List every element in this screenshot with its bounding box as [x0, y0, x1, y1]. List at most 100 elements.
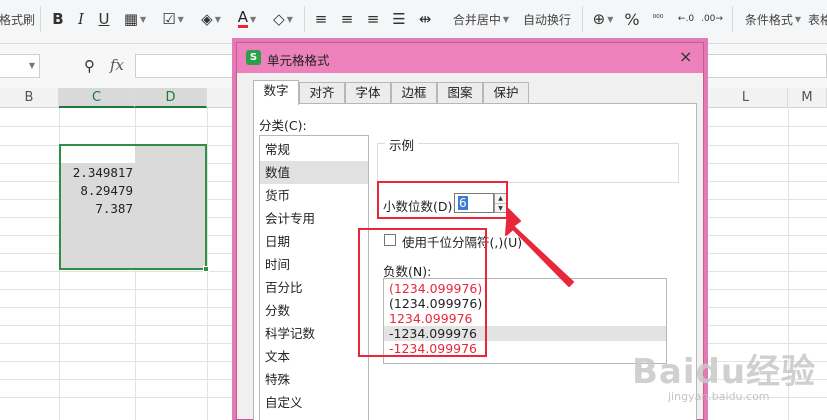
category-item[interactable]: 常规	[260, 138, 368, 161]
chevron-down-icon: ▼	[607, 14, 614, 24]
annotation-highlight-box	[358, 228, 487, 357]
chevron-down-icon: ▼	[794, 14, 802, 24]
watermark-url: jingyan.baidu.com	[668, 390, 770, 403]
sample-label: 示例	[385, 135, 419, 154]
align-left-icon: ≡	[314, 10, 328, 28]
increase-decimal-button[interactable]: ←.0	[676, 8, 696, 30]
chevron-down-icon: ▼	[177, 14, 184, 24]
fill-color-button[interactable]: ◈ ▼	[196, 8, 226, 30]
increase-decimal-icon: ←.0	[677, 14, 695, 24]
font-color-button[interactable]: A ▼	[232, 8, 262, 30]
category-item[interactable]: 百分比	[260, 276, 368, 299]
watermark-logo: Baidu经验	[632, 352, 817, 392]
category-item[interactable]: 时间	[260, 253, 368, 276]
sample-group	[377, 143, 679, 183]
dialog-title: 单元格格式	[267, 53, 330, 68]
ribbon-toolbar: 格式刷 B I U ▦ ▼ ☑ ▼ ◈ ▼ A ▼ ◇ ▼ ≡ ≡ ≡ ☰ ⇹ 合并居中 ▼…	[0, 0, 827, 44]
zoom-icon[interactable]: ⚲	[84, 57, 95, 75]
merge-center-label: 合并居中	[452, 12, 501, 27]
font-color-icon: A	[237, 8, 249, 28]
justify-icon: ☰	[392, 10, 406, 28]
wrap-text-button[interactable]: 自动换行	[520, 8, 574, 30]
baidu-watermark: Baidu经验 jingyan.baidu.com	[632, 344, 822, 416]
grid-line	[207, 108, 208, 420]
cell-style-button[interactable]: ☑ ▼	[158, 8, 188, 30]
table-style-label: 表格	[808, 12, 827, 27]
bold-button[interactable]: B	[48, 8, 68, 30]
chevron-down-icon: ▼	[286, 14, 293, 24]
chevron-down-icon: ▼	[214, 14, 221, 24]
column-header-c[interactable]: C	[59, 88, 135, 108]
distribute-icon: ⇹	[418, 10, 432, 28]
format-painter-label: 格式刷	[0, 12, 36, 27]
tab-pattern[interactable]: 图案	[437, 82, 483, 104]
clear-format-button[interactable]: ◇ ▼	[268, 8, 298, 30]
decrease-decimal-button[interactable]: .00→	[701, 8, 723, 30]
cell-c-value[interactable]: 7.387	[61, 201, 133, 216]
number-format-button[interactable]: ⊕ ▼	[588, 8, 618, 30]
column-header-l[interactable]: L	[704, 88, 788, 108]
decrease-decimal-icon: .00→	[701, 14, 723, 24]
currency-icon: ⊕	[592, 10, 606, 28]
chevron-down-icon: ▼	[250, 14, 257, 24]
toolbar-divider	[582, 6, 583, 32]
category-item[interactable]: 会计专用	[260, 207, 368, 230]
column-header-m[interactable]: M	[788, 88, 827, 108]
cell-c-value[interactable]: 8.29479	[61, 183, 133, 198]
align-center-button[interactable]: ≡	[336, 8, 358, 30]
category-item[interactable]: 日期	[260, 230, 368, 253]
conditional-format-button[interactable]: 条件格式 ▼	[740, 8, 806, 30]
align-right-icon: ≡	[366, 10, 380, 28]
category-item[interactable]: 货币	[260, 184, 368, 207]
column-header-e[interactable]	[207, 88, 236, 108]
tab-number[interactable]: 数字	[253, 80, 299, 105]
paint-bucket-icon: ◈	[201, 10, 213, 28]
category-item[interactable]: 特殊	[260, 368, 368, 391]
chevron-down-icon: ▼	[502, 14, 510, 24]
thousands-icon: ⁰⁰⁰	[652, 13, 664, 24]
toolbar-divider	[304, 6, 305, 32]
close-button[interactable]: ×	[679, 47, 692, 66]
insert-function-button[interactable]: fx	[110, 56, 124, 74]
app-logo-icon: S	[246, 50, 261, 65]
align-left-button[interactable]: ≡	[310, 8, 332, 30]
category-list[interactable]: 常规 数值 货币 会计专用 日期 时间 百分比 分数 科学记数 文本 特殊 自定…	[259, 135, 369, 420]
tab-border[interactable]: 边框	[391, 82, 437, 104]
column-header-b[interactable]: B	[0, 88, 59, 108]
dialog-title-bar[interactable]: S 单元格格式 ×	[237, 43, 703, 73]
border-icon: ▦	[123, 10, 139, 28]
category-item[interactable]: 文本	[260, 345, 368, 368]
name-box[interactable]: ▼	[0, 54, 40, 78]
align-center-icon: ≡	[340, 10, 354, 28]
chevron-down-icon: ▼	[140, 14, 147, 24]
tab-alignment[interactable]: 对齐	[299, 82, 345, 104]
category-item[interactable]: 分数	[260, 299, 368, 322]
category-item[interactable]: 科学记数	[260, 322, 368, 345]
wrap-text-label: 自动换行	[522, 12, 571, 27]
align-right-button[interactable]: ≡	[362, 8, 384, 30]
merge-center-button[interactable]: 合并居中 ▼	[450, 8, 512, 30]
italic-button[interactable]: I	[71, 8, 91, 30]
column-header-d[interactable]: D	[135, 88, 207, 108]
toolbar-divider	[40, 6, 41, 32]
tab-protection[interactable]: 保护	[483, 82, 529, 104]
category-item[interactable]: 自定义	[260, 391, 368, 414]
conditional-format-label: 条件格式	[744, 12, 793, 27]
cell-c-value[interactable]: 2.349817	[61, 165, 133, 180]
category-label: 分类(C):	[259, 118, 307, 133]
justify-button[interactable]: ☰	[388, 8, 410, 30]
distribute-button[interactable]: ⇹	[414, 8, 436, 30]
tab-font[interactable]: 字体	[345, 82, 391, 104]
format-painter-button[interactable]: 格式刷	[0, 8, 36, 30]
percent-button[interactable]: %	[622, 8, 642, 30]
eraser-icon: ◇	[273, 10, 285, 28]
underline-button[interactable]: U	[94, 8, 114, 30]
thousands-button[interactable]: ⁰⁰⁰	[648, 8, 668, 30]
cell-style-icon: ☑	[162, 10, 176, 28]
fill-handle[interactable]	[203, 266, 209, 272]
table-style-button[interactable]: 表格	[808, 8, 827, 30]
annotation-highlight-box	[377, 181, 508, 219]
chevron-down-icon: ▼	[28, 61, 35, 70]
category-item[interactable]: 数值	[260, 161, 368, 184]
border-button[interactable]: ▦ ▼	[120, 8, 150, 30]
